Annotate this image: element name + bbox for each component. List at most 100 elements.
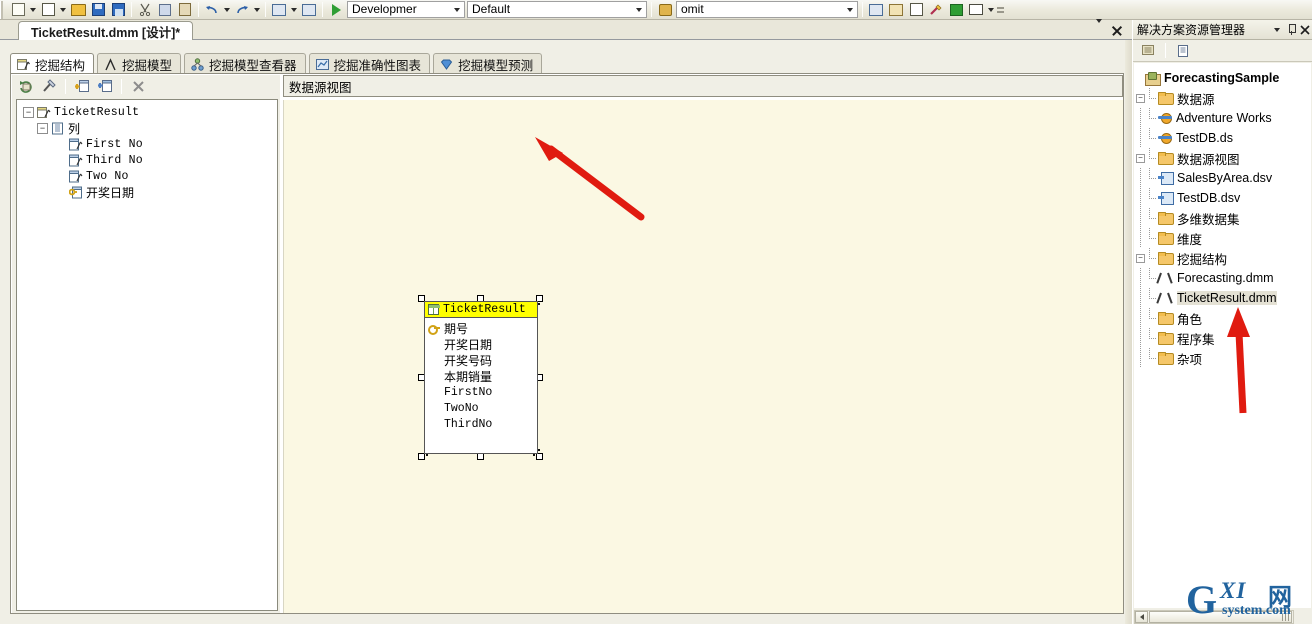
solex-node-testdb-ds[interactable]: TestDB.ds (1136, 128, 1311, 148)
database-combo[interactable]: omit (676, 1, 858, 18)
undo-icon[interactable] (202, 1, 222, 19)
tree-node-draw-date[interactable]: 开奖日期 (17, 184, 277, 200)
entity-row[interactable]: ThirdNo (428, 416, 537, 432)
solution-configuration-combo[interactable]: Developmer (347, 1, 465, 18)
tree-node-ticketresult[interactable]: − TicketResult (17, 104, 277, 120)
dsv-icon (1158, 192, 1174, 205)
open-file-icon[interactable] (68, 1, 88, 19)
solex-node-datasources[interactable]: − 数据源 (1136, 88, 1311, 108)
solex-dropdown-icon[interactable] (1270, 22, 1284, 38)
mining-structure-tree[interactable]: − TicketResult − 列 First No Third No Two… (16, 99, 278, 611)
scroll-thumb[interactable] (1149, 611, 1292, 623)
close-icon[interactable] (1111, 25, 1122, 36)
solex-node-misc[interactable]: 杂项 (1136, 348, 1311, 368)
solution-explorer-horizontal-scrollbar[interactable] (1134, 610, 1294, 624)
cut-icon[interactable] (135, 1, 155, 19)
deploy-icon[interactable] (946, 1, 966, 19)
navigate-backward-dropdown[interactable] (289, 1, 299, 19)
database-icon[interactable] (655, 1, 675, 19)
redo-dropdown[interactable] (252, 1, 262, 19)
solution-platform-combo[interactable]: Default (467, 1, 647, 18)
tools-icon[interactable] (926, 1, 946, 19)
solution-platform-arrow[interactable] (631, 2, 646, 17)
entity-row[interactable]: TwoNo (428, 400, 537, 416)
add-new-item-dropdown[interactable] (58, 1, 68, 19)
toolbar-separator-4 (322, 2, 323, 17)
navigate-forward-icon[interactable] (299, 1, 319, 19)
refresh-structure-button[interactable] (16, 77, 36, 96)
entity-row-key[interactable]: 期号 (428, 320, 537, 336)
new-project-dropdown[interactable] (28, 1, 38, 19)
find-in-files-icon[interactable] (866, 1, 886, 19)
solex-node-testdb-dsv[interactable]: TestDB.dsv (1136, 188, 1311, 208)
solex-node-miningstructures[interactable]: − 挖掘结构 (1136, 248, 1311, 268)
entity-row[interactable]: FirstNo (428, 384, 537, 400)
entity-box[interactable]: TicketResult 期号 开奖日期 开奖号码 本期销量 FirstNo T… (424, 301, 538, 454)
expander-collapse-icon[interactable]: − (23, 106, 34, 118)
expander-collapse-icon[interactable]: − (1136, 153, 1145, 163)
properties-window-icon[interactable] (886, 1, 906, 19)
solution-explorer-tree[interactable]: ForecastingSample − 数据源 Adventure Works … (1134, 63, 1311, 608)
tree-node-third-no[interactable]: Third No (17, 152, 277, 168)
solex-node-cubes[interactable]: 多维数据集 (1136, 208, 1311, 228)
add-column-button[interactable] (72, 77, 92, 96)
properties-button[interactable] (1138, 42, 1158, 60)
paste-icon[interactable] (175, 1, 195, 19)
tree-node-first-no[interactable]: First No (17, 136, 277, 152)
solex-node-datasourceviews[interactable]: − 数据源视图 (1136, 148, 1311, 168)
solex-node-adventure-works[interactable]: Adventure Works (1136, 108, 1311, 128)
command-window-dropdown[interactable] (986, 1, 996, 19)
expander-collapse-icon[interactable]: − (1136, 253, 1145, 263)
tab-mining-structure[interactable]: 挖掘结构 (10, 53, 95, 74)
tree-node-columns[interactable]: − 列 (17, 120, 277, 136)
auto-hide-pin-icon[interactable] (1284, 22, 1298, 38)
solex-node-roles[interactable]: 角色 (1136, 308, 1311, 328)
show-all-files-button[interactable] (1173, 42, 1193, 60)
entity-row[interactable]: 本期销量 (428, 368, 537, 384)
entity-row[interactable]: 开奖日期 (428, 336, 537, 352)
add-new-item-icon[interactable] (38, 1, 58, 19)
tab-mining-model[interactable]: 挖掘模型 (97, 53, 182, 74)
start-debug-icon[interactable] (326, 1, 346, 19)
scroll-left-button[interactable] (1135, 611, 1148, 623)
solex-node-dimensions[interactable]: 维度 (1136, 228, 1311, 248)
database-arrow[interactable] (842, 2, 857, 17)
add-table-button[interactable] (95, 77, 115, 96)
command-window-icon[interactable] (966, 1, 986, 19)
process-mining-structure-button[interactable] (39, 77, 59, 96)
tree-node-label: 列 (68, 121, 81, 136)
toolbar-grip[interactable] (0, 0, 7, 19)
solex-node-assemblies[interactable]: 程序集 (1136, 328, 1311, 348)
navigate-backward-icon[interactable] (269, 1, 289, 19)
redo-icon[interactable] (232, 1, 252, 19)
copy-icon[interactable] (155, 1, 175, 19)
document-tab-ticketresult[interactable]: TicketResult.dmm [设计]* (18, 21, 194, 40)
save-all-icon[interactable] (108, 1, 128, 19)
close-panel-icon[interactable] (1298, 22, 1312, 38)
entity-title-bar[interactable]: TicketResult (425, 302, 537, 318)
tree-node-two-no[interactable]: Two No (17, 168, 277, 184)
active-files-dropdown[interactable] (1096, 19, 1102, 37)
toolbar-overflow-handle[interactable] (996, 1, 1005, 19)
tab-mining-model-prediction[interactable]: 挖掘模型预测 (433, 53, 543, 74)
new-project-icon[interactable] (8, 1, 28, 19)
undo-dropdown[interactable] (222, 1, 232, 19)
entity-row[interactable]: 开奖号码 (428, 352, 537, 368)
solex-node-salesbyarea-dsv[interactable]: SalesByArea.dsv (1136, 168, 1311, 188)
resize-handle-sw[interactable] (418, 453, 425, 460)
entity-ticketresult[interactable]: TicketResult 期号 开奖日期 开奖号码 本期销量 FirstNo T… (418, 295, 544, 460)
tab-mining-model-viewer[interactable]: 挖掘模型查看器 (184, 53, 306, 74)
resize-handle-s[interactable] (477, 453, 484, 460)
expander-collapse-icon[interactable]: − (37, 122, 48, 134)
tab-mining-accuracy-chart[interactable]: 挖掘准确性图表 (308, 53, 431, 74)
save-icon[interactable] (88, 1, 108, 19)
solex-node-forecastingsample[interactable]: ForecastingSample (1136, 68, 1311, 88)
solex-node-forecasting-dmm[interactable]: Forecasting.dmm (1136, 268, 1311, 288)
object-browser-icon[interactable] (906, 1, 926, 19)
data-source-view-canvas[interactable]: TicketResult 期号 开奖日期 开奖号码 本期销量 FirstNo T… (283, 100, 1123, 613)
solution-configuration-arrow[interactable] (449, 2, 464, 17)
resize-handle-se[interactable] (536, 453, 543, 460)
delete-button[interactable] (128, 77, 148, 96)
expander-collapse-icon[interactable]: − (1136, 93, 1145, 103)
solex-node-ticketresult-dmm[interactable]: TicketResult.dmm (1136, 288, 1311, 308)
